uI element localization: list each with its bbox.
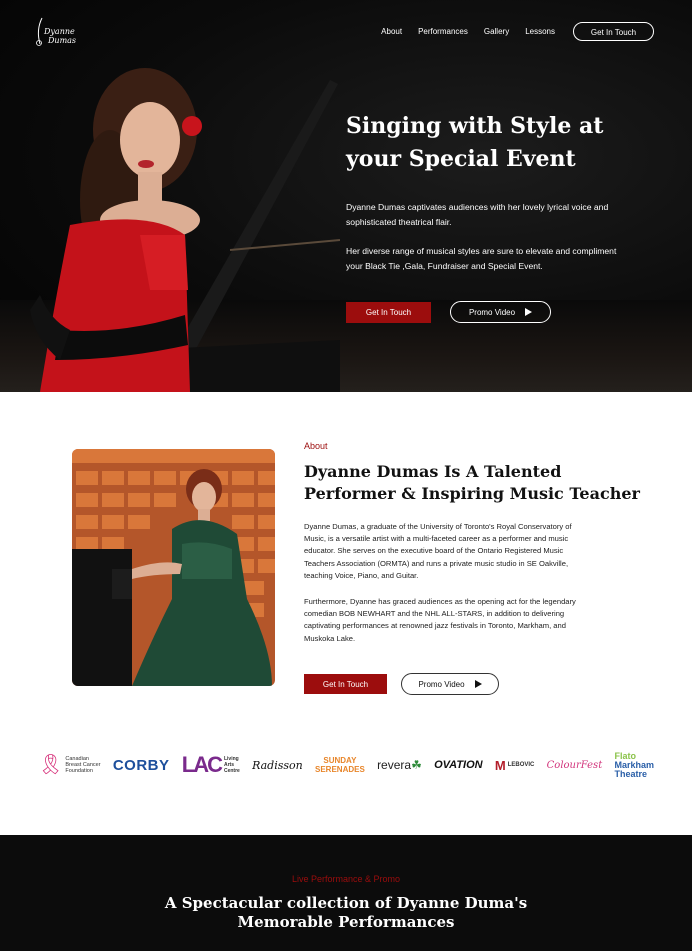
nav-about[interactable]: About (381, 22, 402, 41)
performances-title-line1: A Spectacular collection of Dyanne Duma'… (164, 894, 528, 912)
markham-line3: Theatre (614, 768, 647, 779)
lac-line3: Centre (223, 768, 240, 774)
lebovic-mark: M (494, 757, 506, 773)
logo-radisson: Radisson (252, 758, 303, 772)
logo-text-1: Dyanne (43, 27, 75, 36)
play-icon (474, 680, 482, 688)
performances-title-line2: Memorable Performances (237, 913, 455, 931)
logo-colourfest: ColourFest (546, 759, 603, 771)
hero-get-in-touch-button[interactable]: Get In Touch (346, 302, 431, 323)
hero-singer-photo (0, 60, 340, 392)
logo-ovation: OVATION (434, 759, 483, 771)
logo-canadian-breast-cancer-foundation: 🎗 Canadian Breast Cancer Foundation (38, 748, 101, 782)
hero-promo-video-button[interactable]: Promo Video (450, 301, 551, 323)
lac-mark: LAC (181, 752, 223, 777)
hero-title-line2: your Special Event (346, 146, 576, 172)
sunday-line1: SUNDAY (323, 756, 357, 765)
performances-eyebrow: Live Performance & Promo (291, 874, 401, 884)
about-singer-photo (72, 449, 275, 686)
about-paragraph-2: Furthermore, Dyanne has graced audiences… (304, 597, 576, 643)
nav-lessons[interactable]: Lessons (525, 22, 555, 41)
hero-title-line1: Singing with Style at (346, 113, 604, 139)
leaf-icon: ☘ (411, 758, 422, 772)
logo-sunday-serenades: SUNDAY SERENADES (315, 748, 365, 782)
hero-paragraph-1: Dyanne Dumas captivates audiences with h… (346, 202, 609, 227)
about-get-in-touch-button[interactable]: Get In Touch (304, 674, 387, 694)
lebovic-text: LEBOVIC (507, 762, 535, 768)
sunday-line2: SERENADES (315, 765, 365, 774)
logo-flato-markham-theatre: Flato Markham Theatre (614, 748, 654, 782)
hero-title: Singing with Style at your Special Event (346, 110, 626, 176)
about-promo-video-label: Promo Video (418, 679, 465, 689)
partner-logos: 🎗 Canadian Breast Cancer Foundation CORB… (38, 748, 654, 782)
main-nav: About Performances Gallery Lessons Get I… (365, 22, 654, 41)
logo-living-arts-centre: LAC Living Arts Centre (182, 748, 240, 782)
nav-gallery[interactable]: Gallery (484, 22, 509, 41)
performances-title: A Spectacular collection of Dyanne Duma'… (0, 894, 692, 932)
hero-promo-video-label: Promo Video (468, 307, 516, 317)
logo-lebovic: M LEBOVIC (495, 748, 535, 782)
nav-performances[interactable]: Performances (418, 22, 468, 41)
hero-section: Dyanne Dumas About Performances Gallery … (0, 0, 692, 392)
logo-text-2: Dumas (47, 36, 76, 45)
about-title: Dyanne Dumas Is A Talented Performer & I… (304, 462, 640, 503)
about-eyebrow: About (304, 441, 328, 451)
logo-corby: CORBY (112, 756, 170, 774)
hero-paragraph-2: Her diverse range of musical styles are … (346, 246, 617, 271)
logo-revera: revera ☘ (377, 748, 422, 782)
nav-get-in-touch-button[interactable]: Get In Touch (573, 22, 654, 41)
revera-text: revera (377, 758, 412, 772)
performances-section (0, 835, 692, 951)
site-logo[interactable]: Dyanne Dumas (30, 16, 90, 48)
about-promo-video-button[interactable]: Promo Video (401, 673, 499, 695)
ribbon-icon: 🎗 (38, 754, 64, 776)
cbcf-line3: Foundation (65, 768, 93, 774)
about-paragraph-1: Dyanne Dumas, a graduate of the Universi… (304, 522, 572, 580)
play-icon (525, 308, 533, 316)
